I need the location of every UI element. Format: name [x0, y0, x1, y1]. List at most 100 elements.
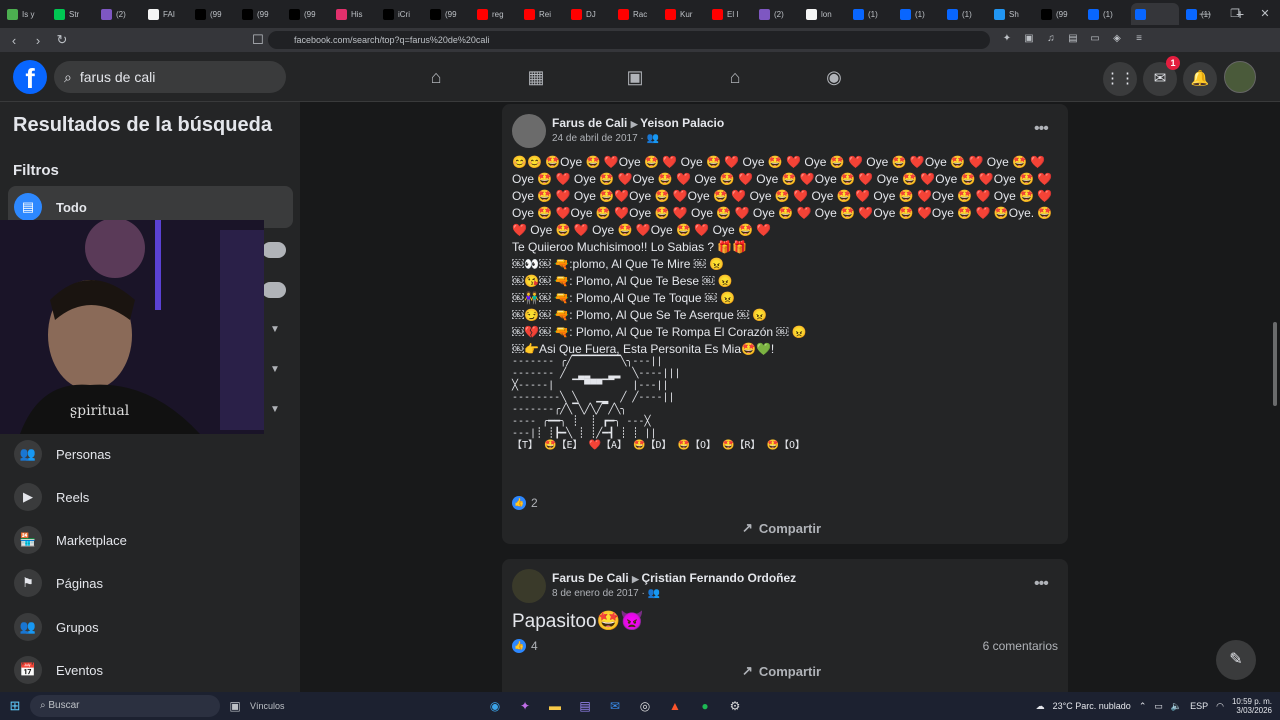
- reload-icon[interactable]: ↻: [52, 32, 72, 48]
- browser-tab[interactable]: [1131, 3, 1179, 25]
- browser-tab[interactable]: (99: [1037, 3, 1081, 25]
- chevron-up-icon[interactable]: ⌃: [1139, 701, 1147, 712]
- url-field[interactable]: facebook.com/search/top?q=farus%20de%20c…: [268, 31, 990, 49]
- browser-tab[interactable]: (1): [943, 3, 987, 25]
- sidebar-item-marketplace[interactable]: 🏪 Marketplace: [8, 520, 293, 560]
- home-icon[interactable]: ⌂: [424, 65, 448, 89]
- facebook-logo[interactable]: f: [13, 60, 47, 94]
- toggle-switch[interactable]: [262, 282, 286, 298]
- post-avatar[interactable]: [512, 569, 546, 603]
- settings-icon[interactable]: ⚙: [720, 699, 750, 713]
- browser-tab[interactable]: reg: [473, 3, 517, 25]
- toggle-switch[interactable]: [262, 242, 286, 258]
- wallet-icon[interactable]: ▭: [1088, 32, 1102, 46]
- profile-avatar[interactable]: [1224, 61, 1256, 93]
- browser-tab[interactable]: (99: [238, 3, 282, 25]
- sidebar-item-reels[interactable]: ▶ Reels: [8, 477, 293, 517]
- share-button[interactable]: ↗ Compartir: [742, 520, 821, 536]
- more-options-icon[interactable]: •••: [1034, 575, 1049, 593]
- scrollbar[interactable]: [1273, 322, 1277, 406]
- more-options-icon[interactable]: •••: [1034, 120, 1049, 138]
- marketplace-nav-icon[interactable]: ⌂: [723, 65, 747, 89]
- browser-tab[interactable]: (1): [1084, 3, 1128, 25]
- browser-tab[interactable]: Kur: [661, 3, 705, 25]
- file-explorer-icon[interactable]: ▬: [540, 699, 570, 713]
- network-icon[interactable]: ◠: [1216, 701, 1224, 712]
- browser-tab[interactable]: iCri: [379, 3, 423, 25]
- clock[interactable]: 10:59 p. m. 3/03/2026: [1232, 697, 1272, 715]
- browser-tab[interactable]: Sh: [990, 3, 1034, 25]
- browser-tab[interactable]: DJ: [567, 3, 611, 25]
- video-icon[interactable]: ▦: [524, 65, 548, 89]
- sidebar-item-personas[interactable]: 👥 Personas: [8, 434, 293, 474]
- browser-tab[interactable]: (1): [849, 3, 893, 25]
- gaming-icon[interactable]: ◉: [822, 65, 846, 89]
- share-button[interactable]: ↗ Compartir: [742, 663, 821, 679]
- copilot-icon[interactable]: ✦: [510, 699, 540, 713]
- browser-tab[interactable]: lon: [802, 3, 846, 25]
- reactions[interactable]: 👍 4: [512, 639, 538, 653]
- minimize-button[interactable]: —: [1190, 0, 1220, 28]
- sidebar-item-eventos[interactable]: 📅 Eventos: [8, 650, 293, 690]
- editor-icon[interactable]: ▤: [570, 699, 600, 713]
- new-message-icon[interactable]: ✎: [1216, 640, 1256, 680]
- target-link[interactable]: Çristian Fernando Ordoñez: [641, 571, 796, 585]
- tab-label: Str: [69, 9, 80, 19]
- screenshot-icon[interactable]: ▣: [1022, 32, 1036, 46]
- obs-icon[interactable]: ◎: [630, 699, 660, 713]
- music-icon[interactable]: ♫: [1044, 32, 1058, 46]
- browser-tab[interactable]: Is y: [3, 3, 47, 25]
- browser-tab[interactable]: (1): [896, 3, 940, 25]
- browser-tab[interactable]: (2): [97, 3, 141, 25]
- weather-text[interactable]: 23°C Parc. nublado: [1053, 701, 1131, 711]
- comments-link[interactable]: 6 comentarios: [983, 639, 1058, 653]
- sidebar-icon[interactable]: ▤: [1066, 32, 1080, 46]
- close-window-button[interactable]: ✕: [1250, 0, 1280, 28]
- edge-icon[interactable]: ◉: [480, 699, 510, 713]
- browser-tab[interactable]: His: [332, 3, 376, 25]
- taskbar-search[interactable]: ⌕ Buscar: [30, 695, 220, 717]
- favicon-icon: [1135, 8, 1146, 20]
- windows-start-icon[interactable]: ⊞: [0, 698, 30, 714]
- shield-icon[interactable]: ◈: [1110, 32, 1124, 46]
- browser-tab[interactable]: Str: [50, 3, 94, 25]
- bell-icon[interactable]: 🔔: [1183, 62, 1217, 96]
- chevron-down-icon[interactable]: ▼: [270, 324, 280, 335]
- author-link[interactable]: Farus de Cali: [552, 116, 627, 130]
- puzzle-icon[interactable]: ✦: [1000, 32, 1014, 46]
- sidebar-item-grupos[interactable]: 👥 Grupos: [8, 607, 293, 647]
- back-icon[interactable]: ‹: [4, 33, 24, 48]
- sidebar-item-páginas[interactable]: ⚑ Páginas: [8, 563, 293, 603]
- reactions[interactable]: 👍 2: [512, 496, 538, 510]
- mail-icon[interactable]: ✉: [600, 699, 630, 713]
- volume-icon[interactable]: 🔈: [1171, 701, 1182, 712]
- browser-tab[interactable]: (2): [755, 3, 799, 25]
- tab-label: lon: [821, 9, 832, 19]
- browser-tab[interactable]: (99: [285, 3, 329, 25]
- browser-tab[interactable]: (99: [426, 3, 470, 25]
- chevron-down-icon[interactable]: ▼: [270, 404, 280, 415]
- brave-icon[interactable]: ▲: [660, 699, 690, 713]
- post-avatar[interactable]: [512, 114, 546, 148]
- spotify-icon[interactable]: ●: [690, 699, 720, 713]
- vinculos-label[interactable]: Vínculos: [250, 701, 480, 711]
- post-date[interactable]: 8 de enero de 2017 · 👥: [552, 588, 660, 599]
- lang-label[interactable]: ESP: [1190, 701, 1208, 711]
- search-input[interactable]: ⌕ farus de cali: [54, 61, 286, 93]
- author-link[interactable]: Farus De Cali: [552, 571, 629, 585]
- target-link[interactable]: Yeison Palacio: [640, 116, 724, 130]
- menu-icon[interactable]: ≡: [1132, 32, 1146, 46]
- chevron-down-icon[interactable]: ▼: [270, 364, 280, 375]
- bookmark-icon[interactable]: ☐: [248, 32, 268, 48]
- forward-icon[interactable]: ›: [28, 33, 48, 48]
- browser-tab[interactable]: Rei: [520, 3, 564, 25]
- maximize-button[interactable]: ❐: [1220, 0, 1250, 28]
- browser-tab[interactable]: El I: [708, 3, 752, 25]
- task-view-icon[interactable]: ▣: [220, 699, 250, 713]
- reels-nav-icon[interactable]: ▣: [623, 65, 647, 89]
- apps-grid-icon[interactable]: ⋮⋮: [1103, 62, 1137, 96]
- browser-tab[interactable]: FAI: [144, 3, 188, 25]
- browser-tab[interactable]: Rac: [614, 3, 658, 25]
- post-date[interactable]: 24 de abril de 2017 · 👥: [552, 133, 659, 144]
- browser-tab[interactable]: (99: [191, 3, 235, 25]
